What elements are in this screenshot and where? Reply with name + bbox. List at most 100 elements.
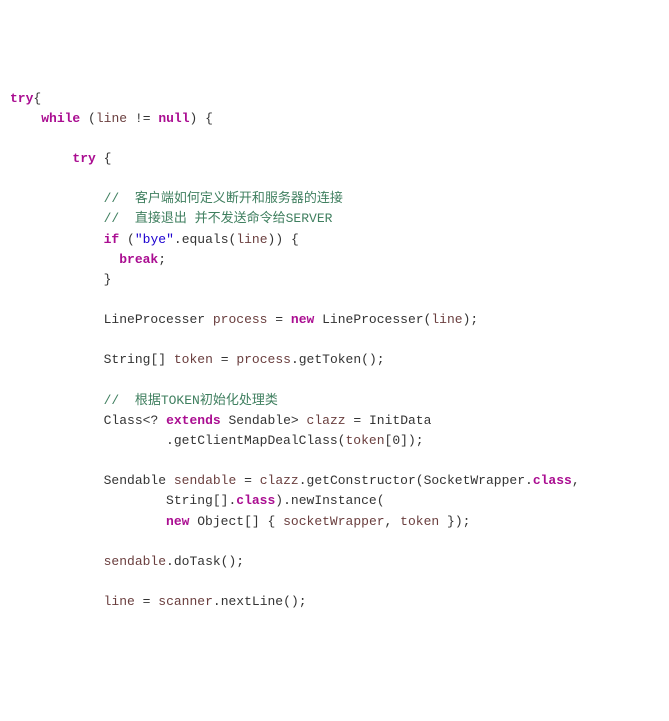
punct: ) [190,111,198,126]
method: getConstructor [307,473,416,488]
type-lineprocesser: LineProcesser [104,312,205,327]
punct: { [268,514,276,529]
punct: ) [455,514,463,529]
code-block: try{ while (line != null) { try { // 客户端… [10,89,659,613]
ident-line: line [104,594,135,609]
punct: = [221,352,229,367]
punct: ( [283,594,291,609]
punct: > [291,413,299,428]
ident-line: line [431,312,462,327]
type-sendable: Sendable [104,473,166,488]
punct: } [104,272,112,287]
type-string: String [166,493,213,508]
punct: = [275,312,283,327]
punct: ] [252,514,260,529]
method: getClientMapDealClass [174,433,338,448]
punct: ( [361,352,369,367]
punct: != [135,111,151,126]
punct: , [385,514,393,529]
punct: = [353,413,361,428]
comment: // 根据TOKEN初始化处理类 [104,393,278,408]
punct: ) [408,433,416,448]
ident-process: process [213,312,268,327]
punct: . [291,352,299,367]
punct: ) [275,493,283,508]
punct: ; [470,312,478,327]
keyword-class: class [236,493,275,508]
punct: ) [291,594,299,609]
ident-line: line [96,111,127,126]
punct: . [525,473,533,488]
punct: { [33,91,41,106]
method: newInstance [291,493,377,508]
type-lineprocesser: LineProcesser [322,312,423,327]
keyword-if: if [104,232,120,247]
punct: . [213,594,221,609]
keyword-try: try [10,91,33,106]
ident-line: line [236,232,267,247]
method: nextLine [221,594,283,609]
type-string: String [104,352,151,367]
punct: ) [228,554,236,569]
ident-token: token [345,433,384,448]
type-initdata: InitData [369,413,431,428]
punct: ; [299,594,307,609]
punct: . [174,232,182,247]
ident-sendable: sendable [174,473,236,488]
ident-sendable: sendable [104,554,166,569]
punct: , [572,473,580,488]
type-socketwrapper: SocketWrapper [424,473,525,488]
comment: // 客户端如何定义断开和服务器的连接 [104,191,343,206]
keyword-class: class [533,473,572,488]
type-class: Class [104,413,143,428]
ident-clazz: clazz [307,413,346,428]
punct: . [299,473,307,488]
type-object: Object [197,514,244,529]
keyword-break: break [119,252,158,267]
punct: . [166,554,174,569]
keyword-while: while [41,111,80,126]
punct: ; [416,433,424,448]
punct: ( [416,473,424,488]
punct: . [166,433,174,448]
ident-clazz: clazz [260,473,299,488]
punct: ; [463,514,471,529]
method: equals [182,232,229,247]
punct: ; [236,554,244,569]
punct: ] [400,433,408,448]
num: 0 [392,433,400,448]
punct: ( [377,493,385,508]
keyword-try: try [72,151,95,166]
punct: ( [221,554,229,569]
punct: . [283,493,291,508]
punct: } [447,514,455,529]
punct: [ [213,493,221,508]
ident-token: token [174,352,213,367]
punct: ; [158,252,166,267]
keyword-new: new [291,312,314,327]
ident-socketwrapper: socketWrapper [283,514,384,529]
punct: ; [377,352,385,367]
punct: [ [244,514,252,529]
punct: ) [275,232,283,247]
keyword-null: null [158,111,189,126]
type-sendable: Sendable [229,413,291,428]
method: doTask [174,554,221,569]
punct: { [205,111,213,126]
keyword-new: new [166,514,189,529]
method: getToken [299,352,361,367]
punct: ( [127,232,135,247]
comment: // 直接退出 并不发送命令给SERVER [104,211,333,226]
ident-token: token [400,514,439,529]
punct: ( [88,111,96,126]
punct: { [291,232,299,247]
ident-process: process [236,352,291,367]
punct: = [143,594,151,609]
keyword-extends: extends [166,413,221,428]
punct: = [244,473,252,488]
punct: ? [150,413,158,428]
punct: ) [369,352,377,367]
punct: ] [158,352,166,367]
string-bye: "bye" [135,232,174,247]
ident-scanner: scanner [158,594,213,609]
